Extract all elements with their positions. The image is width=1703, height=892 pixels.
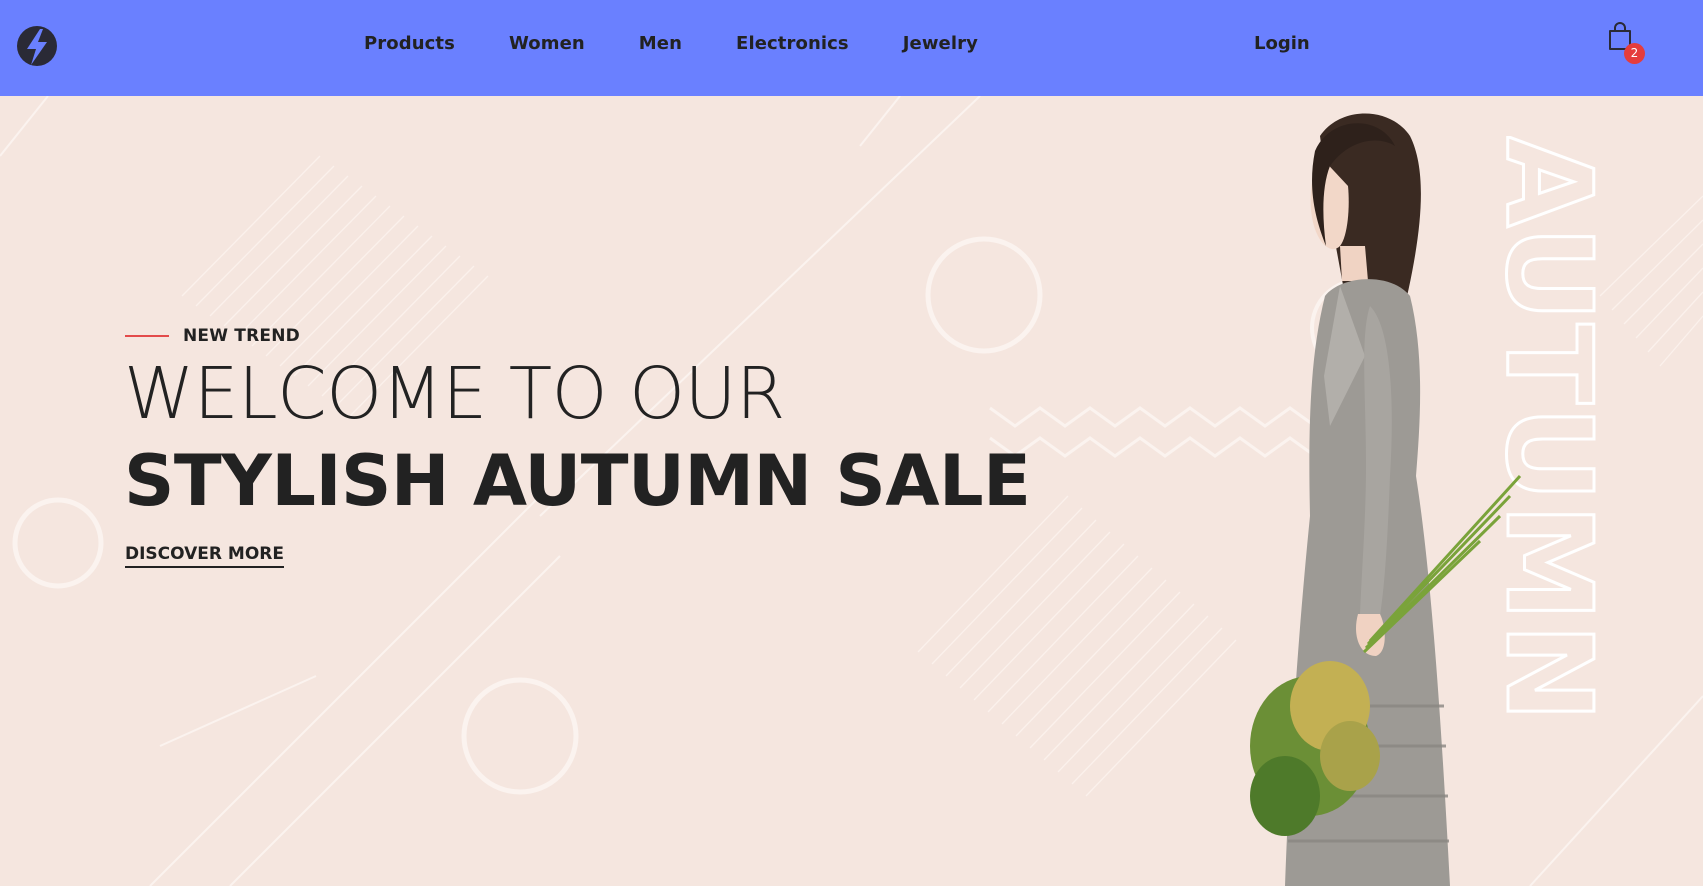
hero-headline-line2: STYLISH AUTUMN SALE [124, 440, 1031, 522]
nav-item-jewelry[interactable]: Jewelry [903, 33, 978, 54]
discover-more-link[interactable]: DISCOVER MORE [125, 544, 285, 568]
cart-button[interactable]: 2 [1604, 20, 1645, 66]
model-woman-illustration [1250, 113, 1522, 886]
login-link[interactable]: Login [1254, 33, 1310, 54]
lightning-logo-icon[interactable] [16, 25, 58, 67]
cart-count-badge: 2 [1624, 43, 1645, 64]
hero-banner: NEW TREND WELCOME TO OUR STYLISH AUTUMN … [0, 96, 1703, 886]
nav-item-products[interactable]: Products [364, 33, 455, 54]
kicker-text: NEW TREND [183, 326, 300, 346]
nav-item-men[interactable]: Men [639, 33, 682, 54]
top-navbar: Products Women Men Electronics Jewelry L… [0, 0, 1703, 96]
nav-item-electronics[interactable]: Electronics [736, 33, 849, 54]
main-nav: Products Women Men Electronics Jewelry [364, 33, 1032, 54]
kicker-accent-line [125, 335, 169, 337]
new-trend-kicker: NEW TREND [125, 326, 300, 346]
nav-item-women[interactable]: Women [509, 33, 585, 54]
hero-headline-line1: WELCOME TO OUR [124, 352, 785, 435]
